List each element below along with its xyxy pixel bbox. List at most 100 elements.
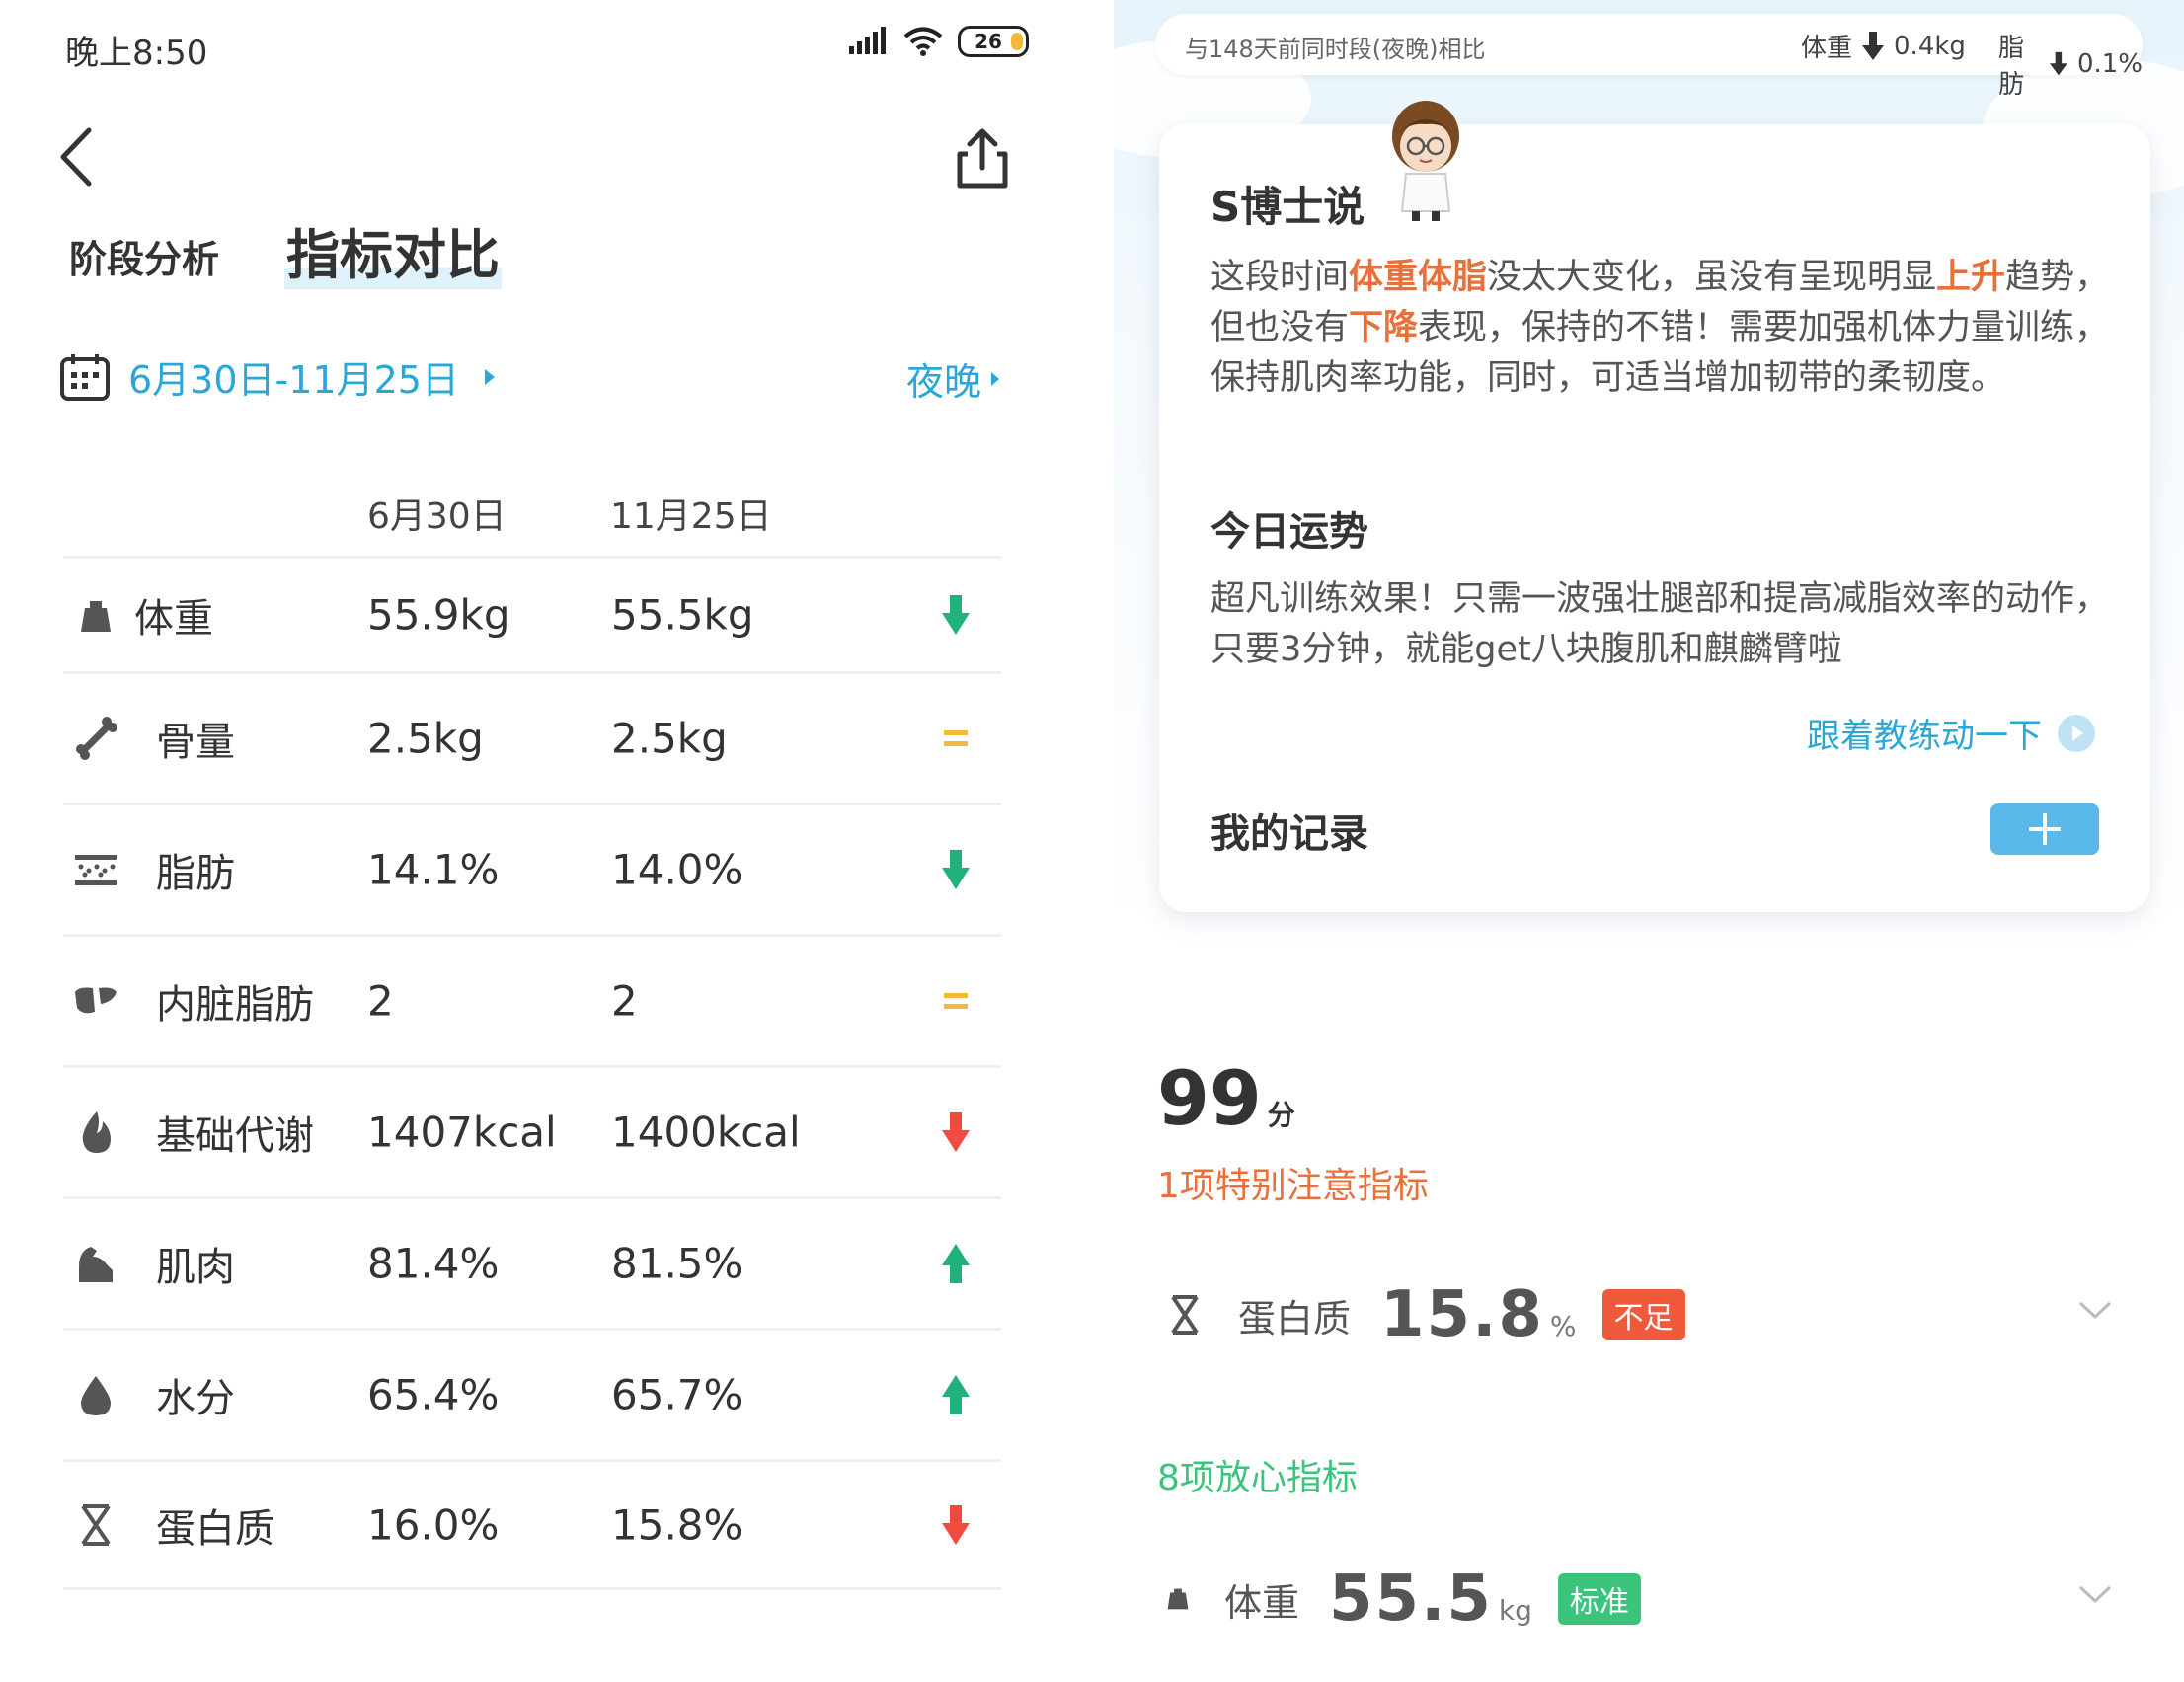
fat-change-label: 脂肪 <box>1998 34 2025 100</box>
row-end-value: 65.7% <box>611 1370 743 1419</box>
metric-label: 蛋白质 <box>1238 1296 1352 1340</box>
right-screen: 与148天前同时段(夜晚)相比 体重 0.4kg 脂肪 0.1% S博士说 这段… <box>1114 0 2184 1682</box>
advice-highlight: 上升 <box>1936 258 2006 297</box>
comparison-summary-text: 与148天前同时段(夜晚)相比 <box>1185 36 1486 63</box>
advice-part: 没太大变化，虽没有呈现明显 <box>1487 258 1937 297</box>
wifi-icon <box>903 27 943 56</box>
metric-value: 15.8 <box>1380 1278 1544 1351</box>
trend-up-icon <box>942 1244 970 1283</box>
advice-text: 这段时间体重体脂没太大变化，虽没有呈现明显上升趋势，但也没有下降表现，保持的不错… <box>1210 253 2119 404</box>
signal-icon <box>849 27 886 54</box>
row-label: 基础代谢 <box>156 1113 314 1159</box>
advice-part: 这段时间 <box>1210 258 1350 297</box>
weight-icon <box>1167 1588 1189 1610</box>
row-end-value: 14.0% <box>611 845 743 894</box>
row-start-value: 16.0% <box>367 1500 500 1549</box>
table-row: 内脏脂肪 2 2 <box>63 934 1001 1065</box>
metric-unit: kg <box>1498 1594 1532 1627</box>
weight-change-label: 体重 <box>1801 34 1853 63</box>
follow-coach-label: 跟着教练动一下 <box>1807 717 2042 756</box>
row-label: 蛋白质 <box>156 1505 274 1552</box>
back-button[interactable] <box>49 122 109 191</box>
metric-label: 体重 <box>1224 1580 1300 1625</box>
row-end-value: 55.5kg <box>611 590 754 640</box>
attention-item-protein[interactable]: 蛋白质 15.8 % 不足 <box>1165 1275 2152 1354</box>
row-label: 体重 <box>134 596 213 642</box>
advice-highlight: 体重体脂 <box>1349 258 1488 297</box>
table-row: 肌肉 81.4% 81.5% <box>63 1196 1001 1328</box>
metric-value: 55.5 <box>1329 1563 1493 1636</box>
row-start-value: 2.5kg <box>367 714 484 763</box>
tab-indicator-compare[interactable]: 指标对比 <box>284 211 502 289</box>
caret-right-icon <box>484 368 495 385</box>
status-icons: 26 <box>847 26 1029 57</box>
my-records-title: 我的记录 <box>1210 811 1368 857</box>
add-record-button[interactable] <box>1990 803 2099 855</box>
table-row: 水分 65.4% 65.7% <box>63 1328 1001 1459</box>
trend-up-icon <box>942 1375 970 1414</box>
muscle-icon <box>79 1247 113 1282</box>
share-button[interactable] <box>948 124 1017 193</box>
advice-highlight: 下降 <box>1349 308 1419 347</box>
row-label: 骨量 <box>156 720 235 765</box>
table-row: 脂肪 14.1% 14.0% <box>63 803 1001 934</box>
card-title: S博士说 <box>1210 183 1365 231</box>
row-end-value: 2 <box>611 976 638 1026</box>
column-header-start-date: 6月30日 <box>367 497 507 537</box>
table-row: 蛋白质 16.0% 15.8% <box>63 1459 1001 1590</box>
score-unit: 分 <box>1267 1099 1295 1131</box>
score-value: 99 <box>1157 1054 1262 1142</box>
doctor-avatar <box>1392 101 1459 221</box>
fat-change-value: 0.1% <box>2076 49 2143 79</box>
doctor-advice-card: S博士说 这段时间体重体脂没太大变化，虽没有呈现明显上升趋势，但也没有下降表现，… <box>1159 101 2150 912</box>
trend-down-icon <box>942 595 970 635</box>
attention-indicators-title: 1项特别注意指标 <box>1157 1166 1429 1206</box>
trend-equal-icon <box>944 993 968 1009</box>
health-score: 99 分 <box>1157 1054 1295 1142</box>
status-badge: 标准 <box>1557 1573 1641 1625</box>
visceral-fat-icon <box>75 987 117 1014</box>
battery-icon: 26 <box>958 26 1029 57</box>
tab-stage-analysis[interactable]: 阶段分析 <box>69 229 219 283</box>
table-row: 基础代谢 1407kcal 1400kcal <box>63 1065 1001 1196</box>
weight-change: 体重 0.4kg <box>1801 28 1966 64</box>
weight-change-value: 0.4kg <box>1894 31 1966 61</box>
fortune-title: 今日运势 <box>1210 509 1368 555</box>
chevron-down-icon <box>2078 1301 2112 1320</box>
fortune-text: 超凡训练效果！只需一波强壮腿部和提高减脂效率的动作，只要3分钟，就能get八块腹… <box>1210 579 2110 669</box>
row-label: 水分 <box>156 1376 235 1421</box>
trend-equal-icon <box>944 730 968 746</box>
battery-level: 26 <box>975 30 1002 53</box>
row-start-value: 14.1% <box>367 845 500 894</box>
period-selector[interactable]: 夜晚 <box>906 351 1000 406</box>
play-icon <box>2058 714 2095 752</box>
date-range-selector[interactable]: 6月30日-11月25日 <box>59 349 495 404</box>
fat-icon <box>75 855 117 885</box>
status-time: 晚上8:50 <box>65 34 208 73</box>
follow-coach-link[interactable]: 跟着教练动一下 <box>1807 709 2095 757</box>
flame-icon <box>82 1111 111 1153</box>
row-label: 肌肉 <box>156 1245 235 1290</box>
weight-icon <box>81 601 111 632</box>
row-label: 内脏脂肪 <box>156 982 314 1028</box>
bone-icon <box>76 717 117 760</box>
row-start-value: 81.4% <box>367 1239 500 1288</box>
comparison-summary-bar: 与148天前同时段(夜晚)相比 体重 0.4kg 脂肪 0.1% <box>1155 14 2143 100</box>
safe-indicators-title: 8项放心指标 <box>1157 1458 1358 1498</box>
protein-dna-icon <box>1171 1295 1199 1335</box>
caret-right-icon <box>991 371 1000 386</box>
metric-unit: % <box>1549 1310 1577 1342</box>
row-end-value: 1400kcal <box>611 1108 801 1157</box>
row-start-value: 2 <box>367 976 394 1026</box>
trend-down-icon <box>942 1504 970 1545</box>
status-badge: 不足 <box>1601 1289 1685 1340</box>
arrow-down-icon <box>1862 31 1885 60</box>
table-row: 骨量 2.5kg 2.5kg <box>63 671 1001 803</box>
row-start-value: 55.9kg <box>367 590 510 640</box>
row-end-value: 2.5kg <box>611 714 728 763</box>
calendar-icon <box>60 353 110 401</box>
period-text: 夜晚 <box>906 360 982 404</box>
comparison-table: 体重 55.9kg 55.5kg 骨量 2.5kg 2.5kg 脂肪 14.1% 14.0% 内脏… <box>63 556 1001 1590</box>
row-end-value: 81.5% <box>611 1239 743 1288</box>
safe-item-weight[interactable]: 体重 55.5 kg 标准 <box>1165 1560 2152 1639</box>
